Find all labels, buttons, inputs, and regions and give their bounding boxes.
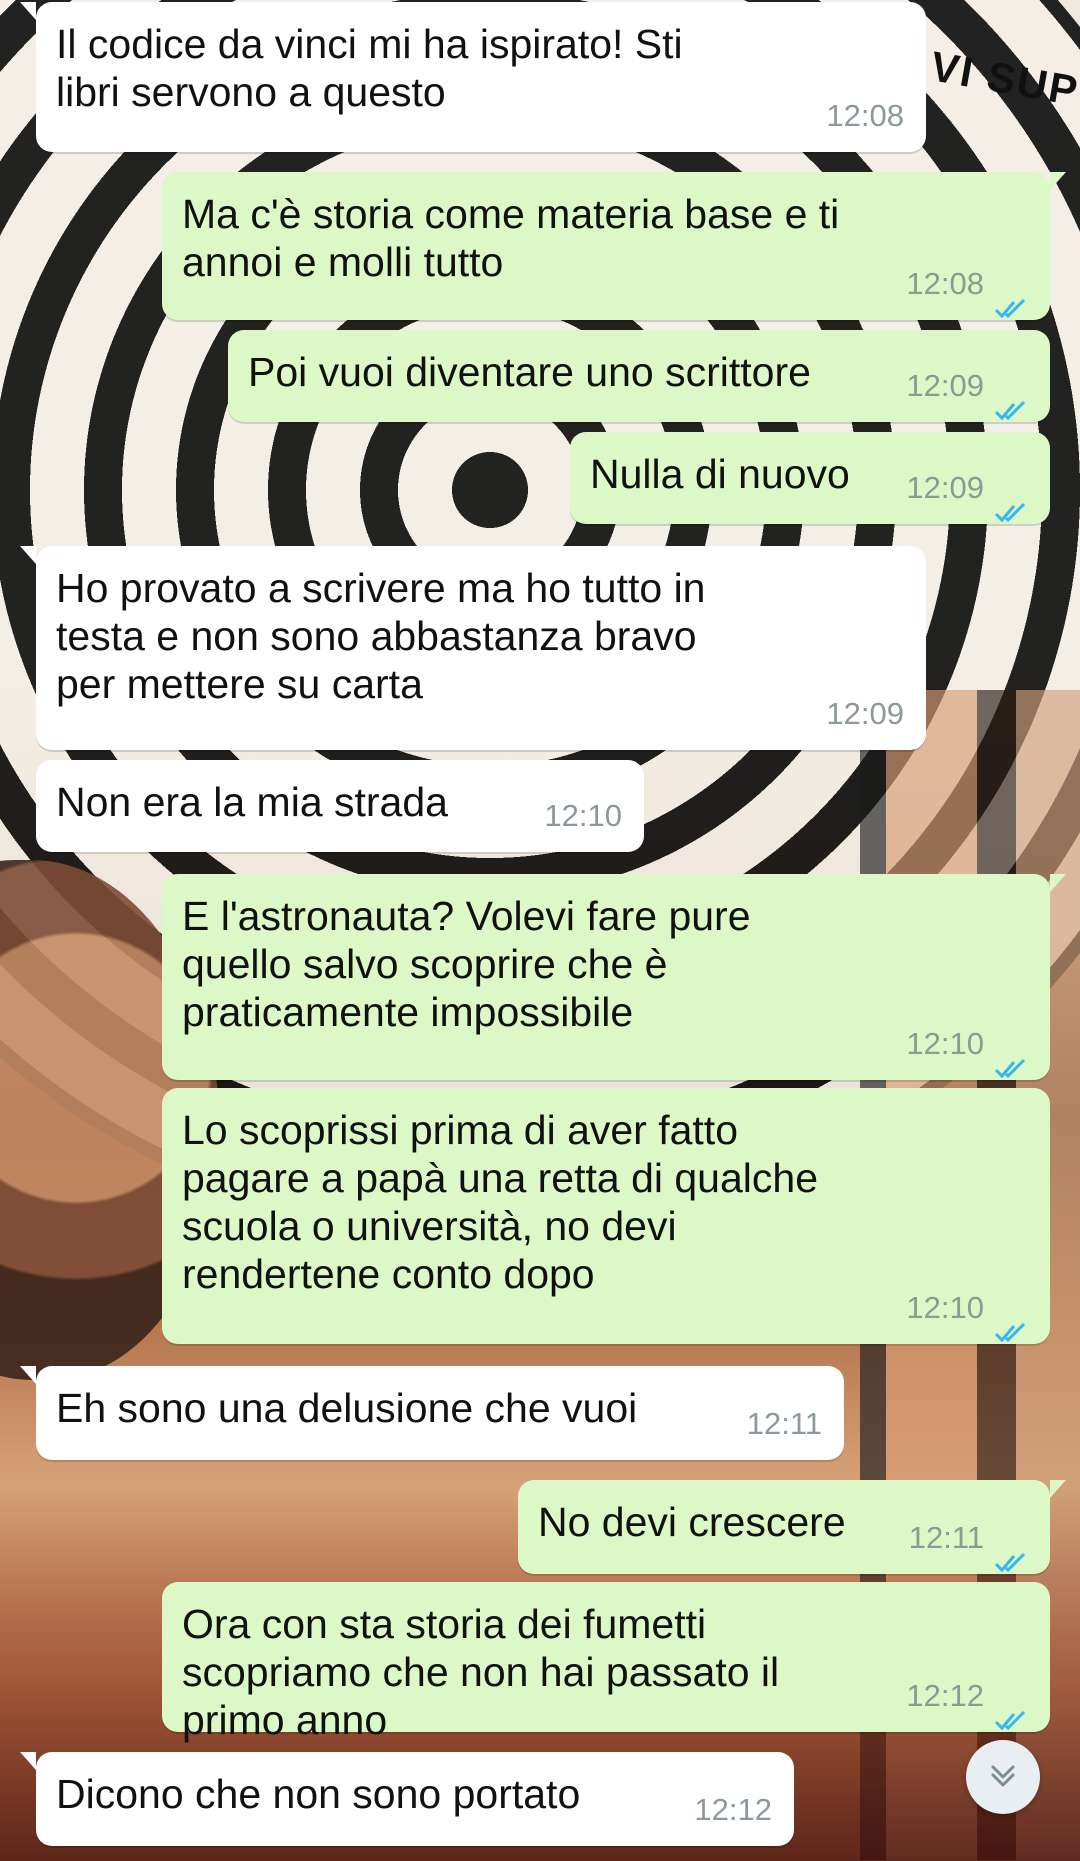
message-text: Dicono che non sono portato [56,1771,581,1817]
message-time: 12:09 [826,696,904,731]
message-meta: 12:11 [747,1400,822,1448]
chevron-down-icon [983,1755,1023,1800]
message-text: Ora con sta storia dei fumetti scopriamo… [182,1601,780,1743]
message-meta: 12:10 [906,1020,1028,1079]
double-check-icon [994,1310,1028,1343]
message-time: 12:10 [544,798,622,833]
message-outgoing[interactable]: Ora con sta storia dei fumetti scopriamo… [162,1582,1050,1743]
double-check-icon [994,286,1028,319]
message-text: Ho provato a scrivere ma ho tutto in tes… [56,565,706,707]
message-meta: 12:12 [694,1786,772,1834]
message-meta: 12:10 [544,792,622,840]
message-time: 12:12 [906,1678,984,1713]
message-meta: 12:11 [908,1514,1028,1573]
message-time: 12:09 [906,470,984,505]
double-check-icon [994,1046,1028,1079]
message-incoming[interactable]: Il codice da vinci mi ha ispirato! Sti l… [20,2,926,152]
message-incoming[interactable]: Dicono che non sono portato 12:12 [20,1752,794,1846]
message-text: Il codice da vinci mi ha ispirato! Sti l… [56,21,683,115]
double-check-icon [994,490,1028,523]
message-time: 12:11 [908,1520,984,1555]
message-text: Non era la mia strada [56,779,448,825]
message-incoming[interactable]: Eh sono una delusione che vuoi 12:11 [20,1366,844,1460]
scroll-down-button[interactable] [966,1740,1040,1814]
double-check-icon [994,1698,1028,1731]
message-time: 12:08 [906,266,984,301]
double-check-icon [994,1540,1028,1573]
message-meta: 12:08 [826,92,904,140]
double-check-icon [994,388,1028,421]
message-outgoing[interactable]: Poi vuoi diventare uno scrittore 12:09 [228,330,1050,422]
message-outgoing[interactable]: Lo scoprissi prima di aver fatto pagare … [162,1088,1050,1344]
message-outgoing[interactable]: Ma c'è storia come materia base e ti ann… [162,172,1066,320]
message-meta: 12:09 [906,464,1028,523]
message-time: 12:12 [694,1792,772,1827]
message-text: Lo scoprissi prima di aver fatto pagare … [182,1107,819,1297]
message-meta: 12:09 [906,362,1028,421]
message-outgoing[interactable]: E l'astronauta? Volevi fare pure quello … [162,874,1066,1080]
message-meta: 12:10 [906,1284,1028,1343]
message-meta: 12:12 [906,1672,1028,1731]
message-outgoing[interactable]: No devi crescere 12:11 [518,1480,1066,1574]
message-time: 12:10 [906,1026,984,1061]
message-text: Eh sono una delusione che vuoi [56,1385,638,1431]
message-time: 12:10 [906,1290,984,1325]
chat-thread: Il codice da vinci mi ha ispirato! Sti l… [0,0,1080,1861]
message-incoming[interactable]: Ho provato a scrivere ma ho tutto in tes… [20,546,926,750]
message-outgoing[interactable]: Nulla di nuovo 12:09 [570,432,1050,524]
message-meta: 12:09 [826,690,904,738]
message-text: Ma c'è storia come materia base e ti ann… [182,191,840,285]
message-text: E l'astronauta? Volevi fare pure quello … [182,893,751,1035]
message-time: 12:09 [906,368,984,403]
message-meta: 12:08 [906,260,1028,319]
message-incoming[interactable]: Non era la mia strada 12:10 [36,760,644,852]
message-time: 12:08 [826,98,904,133]
message-time: 12:11 [746,1406,822,1441]
